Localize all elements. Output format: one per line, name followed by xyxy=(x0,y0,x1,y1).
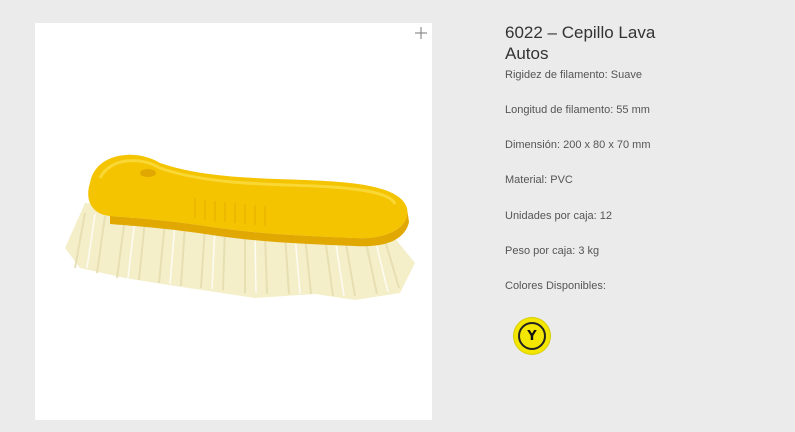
attr-unidades: Unidades por caja: 12 xyxy=(505,210,613,222)
attr-material: Material: PVC xyxy=(505,174,573,186)
attr-rigidez: Rigidez de filamento: Suave xyxy=(505,69,642,81)
product-title: 6022 – Cepillo Lava Autos xyxy=(505,23,656,63)
product-image-panel xyxy=(35,23,432,420)
attr-longitud: Longitud de filamento: 55 mm xyxy=(505,104,650,116)
attr-colores-label: Colores Disponibles: xyxy=(505,280,606,292)
product-info: 6022 – Cepillo Lava Autos Rigidez de fil… xyxy=(505,22,765,354)
product-image[interactable] xyxy=(55,118,425,318)
color-swatch-yellow[interactable]: Y xyxy=(514,318,550,354)
attr-peso: Peso por caja: 3 kg xyxy=(505,245,600,257)
attr-dimension: Dimensión: 200 x 80 x 70 mm xyxy=(505,139,651,151)
zoom-plus-icon[interactable] xyxy=(414,26,428,40)
color-swatch-label: Y xyxy=(518,322,546,350)
